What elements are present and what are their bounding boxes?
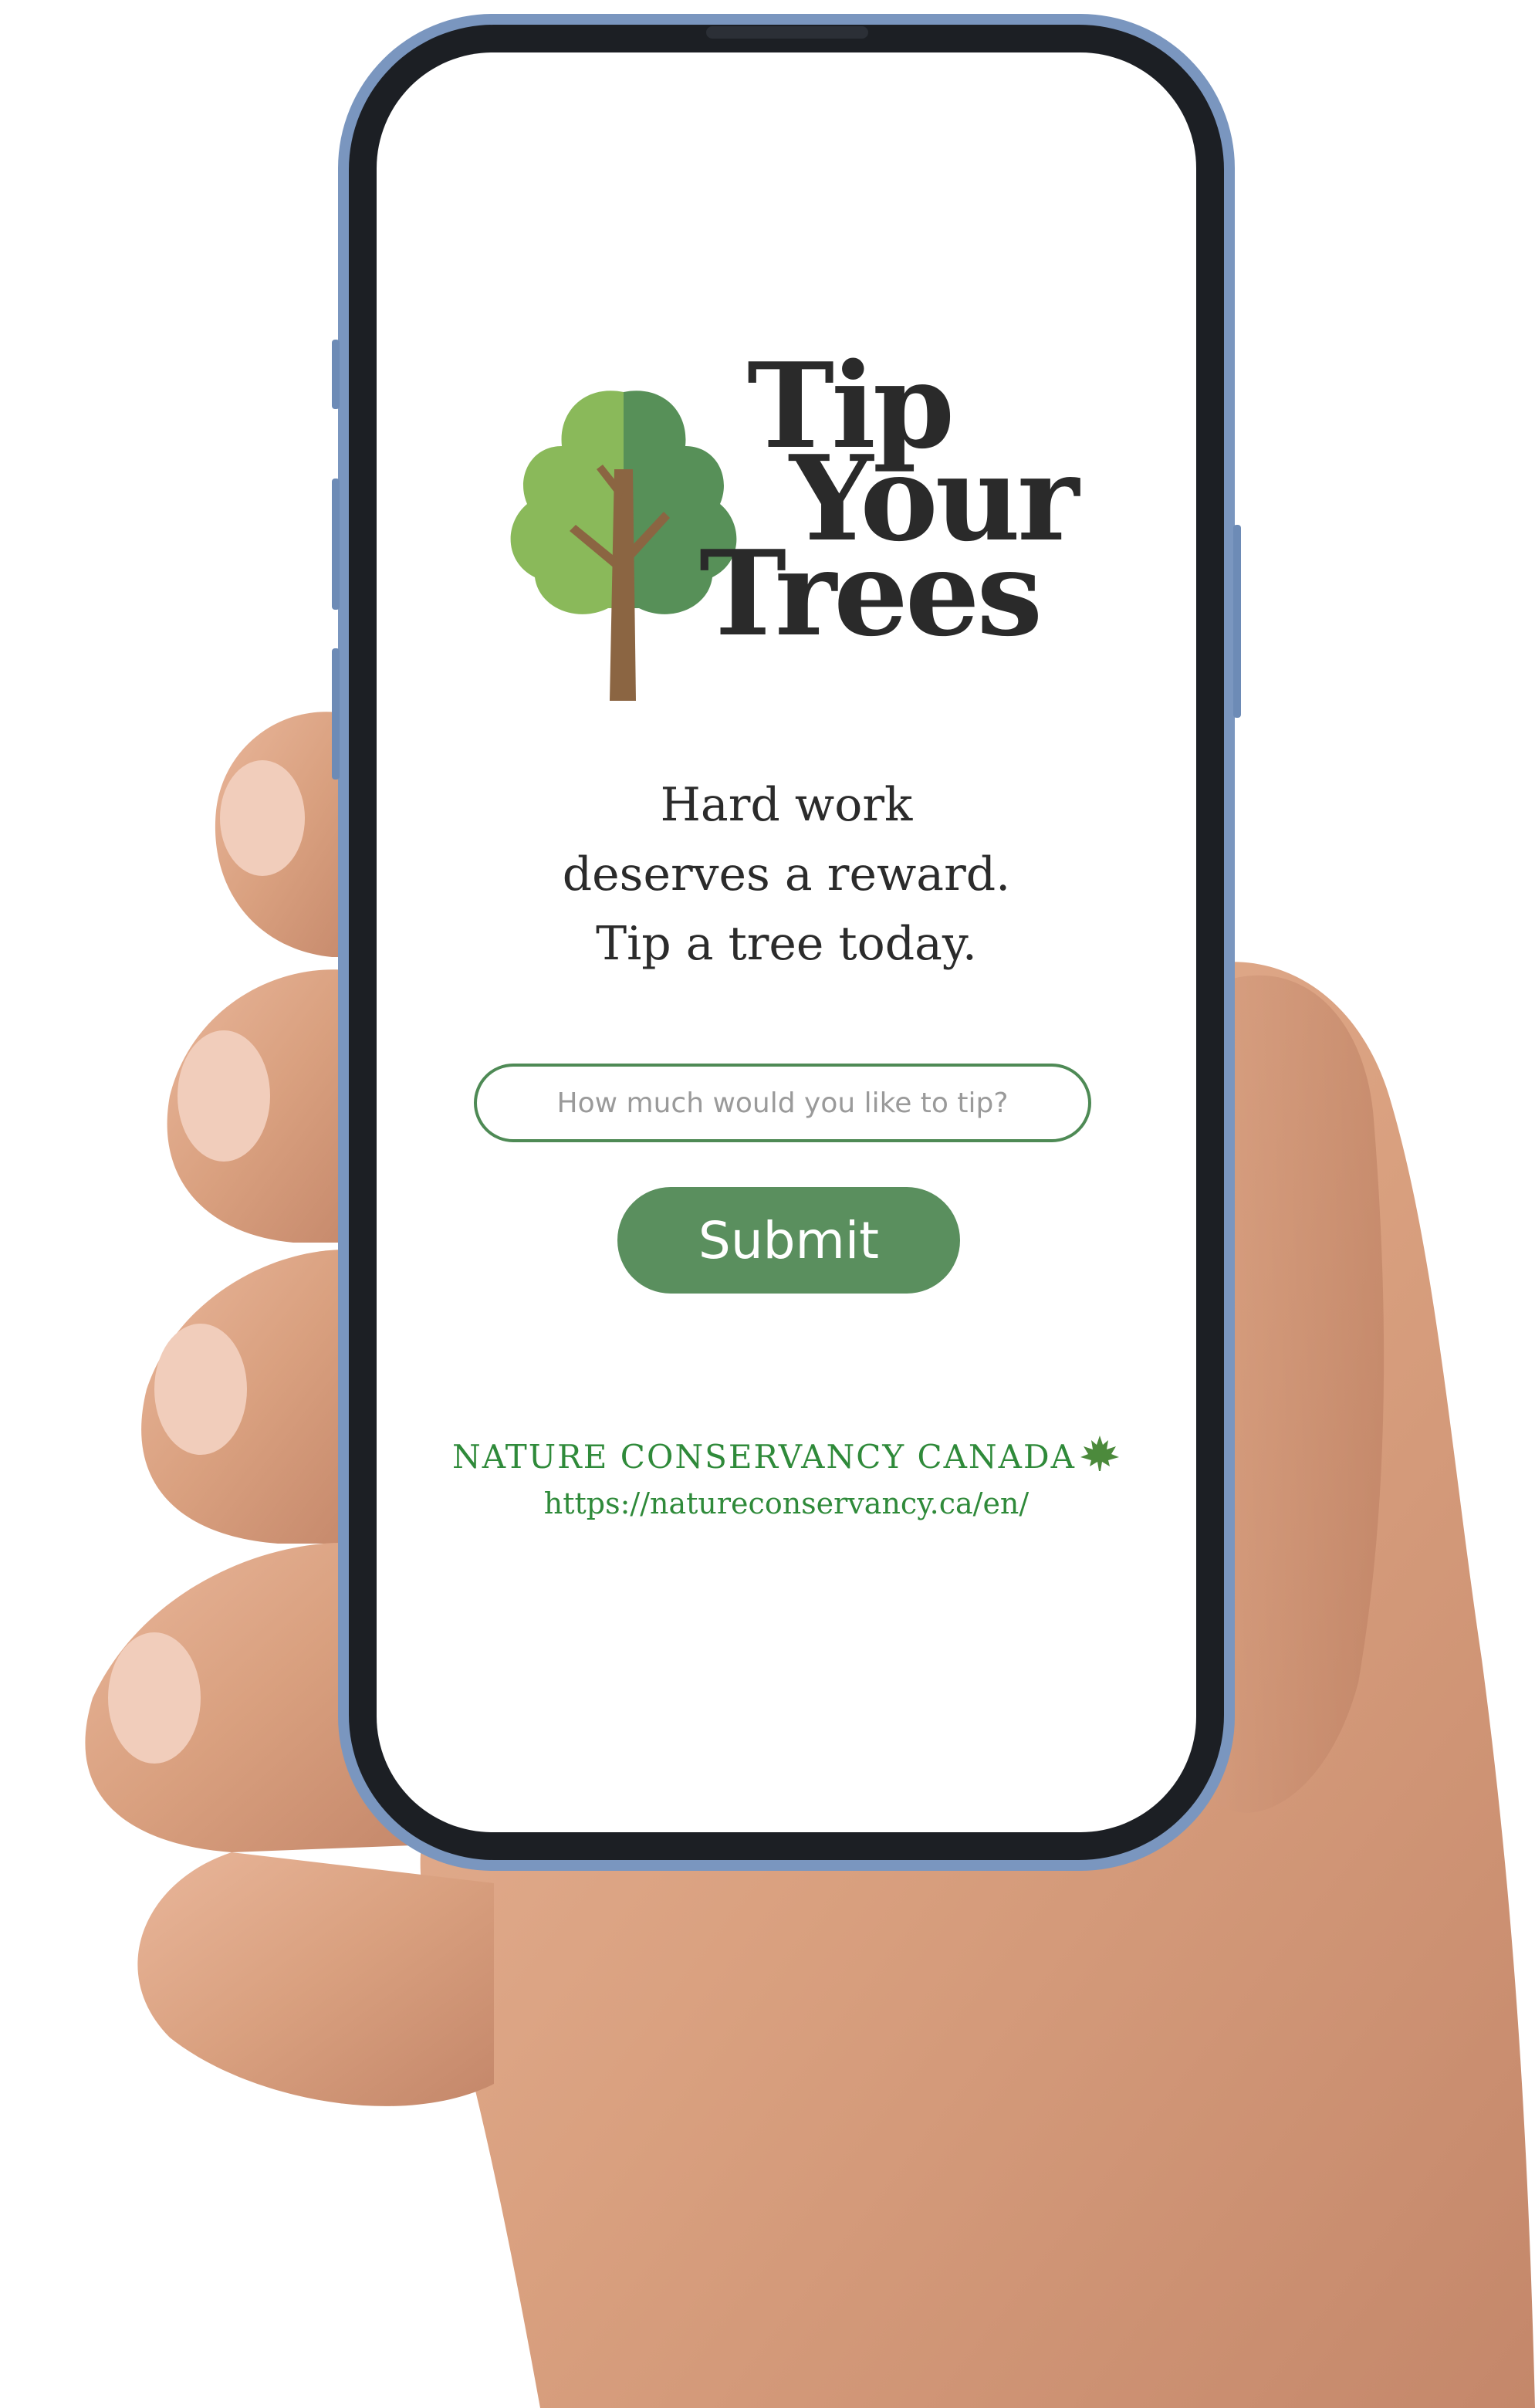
- phone-side-button-2: [332, 479, 340, 610]
- organization-name: NATURE CONSERVANCY CANADA: [377, 1434, 1196, 1476]
- fingernail-4: [108, 1632, 201, 1764]
- tagline-line-2: deserves a reward.: [562, 847, 1011, 901]
- fingernail-3: [154, 1324, 247, 1455]
- tagline-line-3: Tip a tree today.: [596, 917, 977, 971]
- fingernail-1: [220, 760, 305, 876]
- tip-amount-input[interactable]: [474, 1064, 1091, 1142]
- organization-url-link[interactable]: https://natureconservancy.ca/en/: [377, 1486, 1196, 1520]
- tip-your-trees-logo: Tip Your Trees: [492, 346, 1094, 701]
- logo-word-trees: Trees: [699, 524, 1043, 662]
- phone-mockup-scene: Tip Your Trees Hard work deserves a rewa…: [0, 0, 1535, 2408]
- phone-screen: Tip Your Trees Hard work deserves a rewa…: [377, 52, 1196, 1832]
- tagline-line-1: Hard work: [660, 778, 913, 832]
- submit-button[interactable]: Submit: [617, 1187, 960, 1294]
- fingernail-2: [178, 1030, 270, 1162]
- maple-leaf-icon: [1080, 1436, 1120, 1471]
- phone-side-button-1: [332, 340, 340, 409]
- phone-speaker: [706, 26, 868, 39]
- tagline: Hard work deserves a reward. Tip a tree …: [377, 770, 1196, 979]
- phone-side-button-3: [332, 648, 340, 780]
- organization-name-text: NATURE CONSERVANCY CANADA: [451, 1438, 1077, 1476]
- finger-5: [137, 1852, 494, 2106]
- phone-side-button-4: [1233, 525, 1241, 718]
